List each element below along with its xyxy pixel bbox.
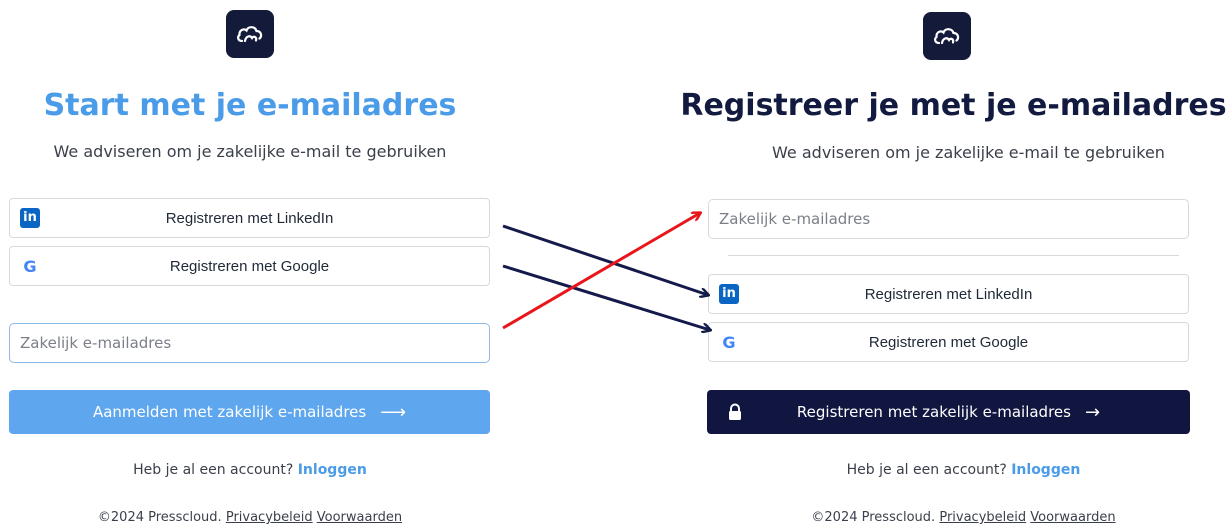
linkedin-button-label: Registreren met LinkedIn — [165, 209, 334, 227]
google-button-label: Registreren met Google — [169, 257, 330, 275]
terms-link[interactable]: Voorwaarden — [1030, 510, 1115, 525]
linkedin-button-label: Registreren met LinkedIn — [864, 285, 1033, 303]
lock-icon — [729, 403, 741, 420]
arrow-email-annotation — [502, 213, 700, 330]
right-signup-panel: Registreer je met je e-mailadres We advi… — [680, 0, 1227, 526]
copyright-text: ©2024 Presscloud. — [811, 510, 936, 525]
page-subtitle: We adviseren om je zakelijke e-mail te g… — [772, 143, 1165, 162]
email-signup-button[interactable]: Registreren met zakelijk e-mailadres → — [707, 390, 1190, 434]
privacy-link[interactable]: Privacybeleid — [226, 510, 313, 525]
footer: ©2024 Presscloud. Privacybeleid Voorwaar… — [700, 510, 1227, 525]
google-button-label: Registreren met Google — [868, 333, 1029, 351]
login-link[interactable]: Inloggen — [1011, 462, 1080, 478]
email-signup-button[interactable]: Aanmelden met zakelijk e-mailadres ⟶ — [9, 390, 490, 434]
page-title: Start met je e-mailadres — [43, 88, 457, 123]
arrow-right-icon: → — [1084, 401, 1101, 423]
terms-link[interactable]: Voorwaarden — [317, 510, 402, 525]
copyright-text: ©2024 Presscloud. — [97, 510, 222, 525]
email-input[interactable] — [9, 323, 490, 363]
left-signup-panel: Start met je e-mailadres We adviseren om… — [0, 0, 500, 526]
linkedin-signup-button[interactable]: in Registreren met LinkedIn — [9, 198, 490, 238]
page-title: Registreer je met je e-mailadres — [680, 88, 1227, 123]
cloud-logo-icon — [923, 12, 971, 60]
arrow-google-annotation — [502, 264, 710, 330]
footer: ©2024 Presscloud. Privacybeleid Voorwaar… — [0, 510, 500, 525]
cloud-logo-icon — [226, 10, 274, 58]
page-subtitle: We adviseren om je zakelijke e-mail te g… — [53, 142, 447, 161]
account-prompt: Heb je al een account? Inloggen — [700, 462, 1227, 478]
login-link[interactable]: Inloggen — [298, 462, 367, 478]
email-signup-button-label: Registreren met zakelijk e-mailadres — [796, 403, 1071, 421]
account-prompt: Heb je al een account? Inloggen — [0, 462, 500, 478]
google-signup-button[interactable]: G Registreren met Google — [708, 322, 1189, 362]
email-signup-button-label: Aanmelden met zakelijk e-mailadres — [92, 403, 367, 421]
google-signup-button[interactable]: G Registreren met Google — [9, 246, 490, 286]
divider — [728, 255, 1179, 256]
linkedin-signup-button[interactable]: in Registreren met LinkedIn — [708, 274, 1189, 314]
account-prompt-text: Heb je al een account? — [133, 462, 294, 478]
account-prompt-text: Heb je al een account? — [846, 462, 1007, 478]
email-input[interactable] — [708, 199, 1189, 239]
arrow-right-icon: ⟶ — [380, 401, 407, 423]
privacy-link[interactable]: Privacybeleid — [939, 510, 1026, 525]
arrow-linkedin-annotation — [502, 224, 708, 295]
